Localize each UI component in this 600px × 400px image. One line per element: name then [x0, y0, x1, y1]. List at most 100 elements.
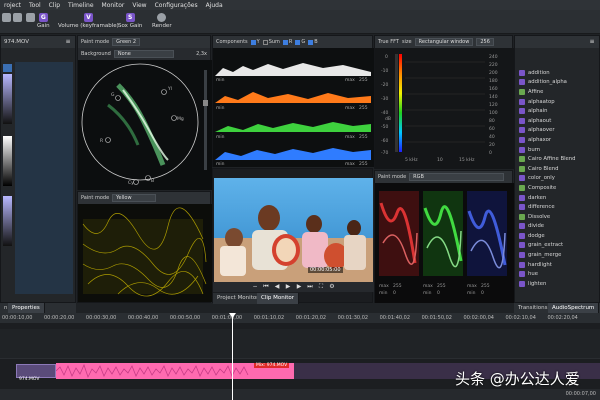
settings-icon[interactable]: ⚙ — [328, 283, 336, 291]
effects-panel: ≡ addition addition_alpha Affine alphaatop a… — [514, 35, 600, 303]
parade-max-label: max — [423, 284, 433, 289]
effect-item[interactable]: darken — [515, 193, 599, 203]
toolbar-render-button[interactable]: Render — [152, 13, 172, 29]
effect-label: hardlight — [528, 261, 552, 268]
toolbar-new-button[interactable] — [2, 13, 11, 23]
tab-project-monitor[interactable]: Project Monitor — [213, 293, 264, 304]
effect-label: grain_merge — [528, 252, 562, 259]
effect-item[interactable]: grain_extract — [515, 241, 599, 251]
effect-item[interactable]: alphaxor — [515, 135, 599, 145]
ruler-tick: 00:00:40,00 — [127, 315, 159, 321]
tab-clip-monitor[interactable]: Clip Monitor — [257, 293, 300, 304]
menu-item[interactable]: Timeline — [64, 2, 98, 9]
effect-item[interactable]: color_only — [515, 174, 599, 184]
playhead[interactable] — [232, 313, 233, 400]
panel-menu-icon[interactable]: ≡ — [64, 38, 72, 46]
effect-label: color_only — [528, 175, 555, 182]
fft-y-tick: 140 — [489, 94, 498, 100]
effect-item[interactable]: addition — [515, 68, 599, 78]
window-select[interactable]: Rectangular window — [414, 38, 474, 46]
tab-properties[interactable]: Properties — [8, 303, 45, 313]
effect-icon — [519, 261, 525, 268]
clip-a-label: 974.MOV — [19, 377, 40, 382]
menu-item[interactable]: Monitor — [98, 2, 129, 9]
effect-item[interactable]: difference — [515, 202, 599, 212]
toolbar-save-button[interactable] — [26, 13, 35, 23]
paint-mode-select[interactable]: Green 2 — [112, 38, 141, 46]
histogram-min-label: min — [216, 77, 225, 83]
forward-icon[interactable]: ▶ — [295, 283, 303, 291]
toolbar-volume-label: Volume (keyframable) — [58, 23, 119, 29]
play-icon[interactable]: ▶ — [284, 283, 292, 291]
effect-item[interactable]: alphaatop — [515, 97, 599, 107]
checkbox-sum[interactable]: Sum — [262, 39, 280, 45]
paint-mode-select[interactable]: Yellow — [112, 194, 157, 202]
effect-item[interactable]: alphain — [515, 106, 599, 116]
paint-mode-select[interactable]: RGB — [409, 173, 505, 181]
fullscreen-icon[interactable]: ⛶ — [317, 283, 325, 291]
skip-forward-icon[interactable]: ⏭ — [306, 283, 314, 291]
toolbar-soxgain-button[interactable]: S Sox Gain — [118, 13, 142, 29]
rgb-parade-display: max 255 max 255 max 255 min 0 min 0 min 0 — [375, 183, 514, 303]
clip-a[interactable]: 974.MOV — [16, 364, 56, 382]
effect-item[interactable]: Affine — [515, 87, 599, 97]
size-select[interactable]: 256 — [476, 38, 494, 46]
effect-item[interactable]: lighten — [515, 279, 599, 289]
effect-label: grain_extract — [528, 242, 564, 249]
menu-item[interactable]: Tool — [25, 2, 45, 9]
clip-b-label: Mix: 974.MOV — [254, 363, 290, 368]
effect-item[interactable]: Cairo Blend — [515, 164, 599, 174]
fft-db-label: -10 — [381, 68, 388, 74]
save-icon — [26, 13, 35, 22]
effect-item[interactable]: alphaout — [515, 116, 599, 126]
effect-item[interactable]: burn — [515, 145, 599, 155]
checkbox-y[interactable]: Y — [250, 39, 260, 45]
vectorscope-target-label: Yl — [167, 86, 172, 92]
ruler-tick: 00:02:10,04 — [505, 315, 536, 321]
tab-transitions[interactable]: Transitions — [514, 303, 553, 313]
effect-item[interactable]: hue — [515, 269, 599, 279]
menu-item[interactable]: Ajuda — [202, 2, 227, 9]
fft-y-tick: 20 — [489, 142, 495, 148]
fft-size-label: size — [401, 39, 412, 45]
effect-item[interactable]: Composite — [515, 183, 599, 193]
clip-b[interactable]: Mix: 974.MOV — [56, 363, 294, 379]
parade-min-label: min — [467, 290, 476, 296]
checkbox-checked-icon — [308, 39, 314, 45]
skip-back-icon[interactable]: ⏮ — [262, 283, 270, 291]
menu-item[interactable]: Configurações — [151, 2, 202, 9]
fft-db-label: 0 — [385, 54, 388, 60]
toolbar-volume-button[interactable]: V Volume (keyframable) — [58, 13, 119, 29]
timeline-ruler[interactable]: 00:00:10,00 00:00:20,00 00:00:30,00 00:00:4… — [0, 313, 600, 323]
fft-y-tick: 220 — [489, 62, 498, 68]
effect-item[interactable]: hardlight — [515, 260, 599, 270]
rewind-icon[interactable]: ◀ — [273, 283, 281, 291]
checkbox-b[interactable]: B — [308, 39, 318, 45]
effect-item[interactable]: addition_alpha — [515, 78, 599, 88]
effect-icon — [519, 79, 525, 86]
effect-label: alphaxor — [528, 136, 552, 143]
toolbar-gain-button[interactable]: G Gain — [37, 13, 50, 29]
video-frame — [214, 178, 373, 282]
clip-property-gradients — [3, 62, 73, 294]
effect-item[interactable]: dodge — [515, 231, 599, 241]
checkbox-checked-icon — [250, 39, 256, 45]
effect-item[interactable]: Cairo Affine Blend — [515, 154, 599, 164]
checkbox-g[interactable]: G — [295, 39, 305, 45]
menu-item[interactable]: View — [128, 2, 150, 9]
effect-item[interactable]: divide — [515, 222, 599, 232]
zoom-out-icon[interactable]: − — [251, 283, 259, 291]
checkbox-r[interactable]: R — [282, 39, 292, 45]
histogram-max-label: max — [345, 106, 355, 111]
menu-item[interactable]: Clip — [45, 2, 64, 9]
tab-audiospectrum[interactable]: AudioSpectrum — [548, 303, 600, 313]
menu-item[interactable]: roject — [0, 2, 25, 9]
toolbar-open-button[interactable] — [13, 13, 22, 23]
effect-item[interactable]: alphaover — [515, 126, 599, 136]
background-select[interactable]: None — [113, 50, 174, 58]
effect-item[interactable]: Dissolve — [515, 212, 599, 222]
effect-icon — [519, 117, 525, 124]
fft-y-tick: 60 — [489, 126, 495, 132]
effect-item[interactable]: grain_merge — [515, 250, 599, 260]
panel-menu-icon[interactable]: ≡ — [588, 38, 596, 46]
